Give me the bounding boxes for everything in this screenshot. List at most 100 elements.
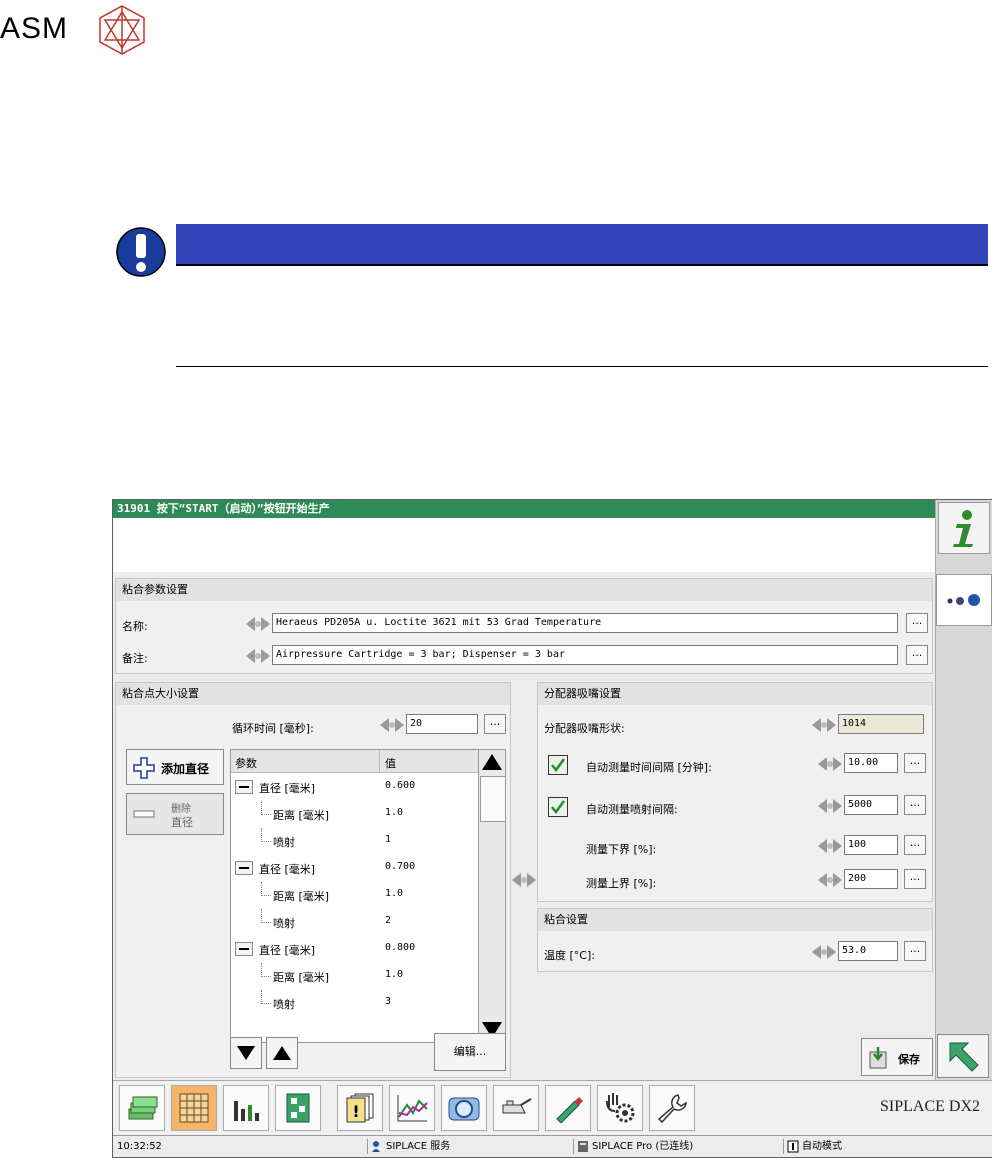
upper-bound-browse-button[interactable]: ... [904, 869, 926, 889]
task-board[interactable] [275, 1085, 321, 1131]
add-diameter-button[interactable]: 添加直径 [126, 749, 224, 785]
save-button[interactable]: 保存 [861, 1038, 933, 1076]
warning-documents-icon: ! [346, 1093, 374, 1123]
money-stack-icon [128, 1096, 158, 1120]
param-value: 2 [385, 915, 392, 926]
auto-interval-label: 自动测量时间间隔 [分钟]: [586, 761, 712, 774]
move-up-button[interactable] [266, 1037, 298, 1069]
mode-icon [787, 1140, 799, 1153]
spin-arrows-icon[interactable] [812, 942, 836, 962]
nozzle-shape-field[interactable]: 1014 [838, 714, 924, 734]
collapse-toggle-icon[interactable] [235, 942, 253, 956]
spin-arrows-icon[interactable] [246, 614, 270, 634]
more-options-tab[interactable] [936, 574, 992, 626]
tree-branch [261, 1003, 271, 1004]
task-oil-can[interactable] [493, 1085, 539, 1131]
param-value: 0.800 [385, 942, 416, 953]
group-title: 分配器吸嘴设置 [538, 683, 932, 705]
name-browse-button[interactable]: ... [906, 613, 928, 633]
arrow-up-icon [273, 1046, 291, 1060]
param-value: 1.0 [385, 888, 404, 899]
temperature-label: 温度 [°C]: [544, 949, 595, 962]
note-browse-button[interactable]: ... [906, 645, 928, 665]
auto-shots-checkbox[interactable] [548, 797, 568, 817]
task-grid-active[interactable] [171, 1085, 217, 1131]
add-diameter-label: 添加直径 [161, 762, 210, 776]
tree-row[interactable]: 距离 [毫米] 1.0 [231, 801, 479, 828]
cycle-time-browse-button[interactable]: ... [484, 714, 506, 734]
lower-bound-label: 测量下界 [%]: [586, 843, 657, 856]
note-label: 备注: [122, 652, 148, 665]
scroll-thumb[interactable] [480, 776, 506, 822]
user-service-icon [372, 1141, 380, 1152]
col-param-header: 参数 [235, 757, 257, 770]
tree-connector [261, 909, 262, 923]
diameter-tree: 参数 值 直径 [毫米] 0.600 距离 [毫米] 1.0 喷射 1 直径 [毫米] 0.7… [230, 749, 480, 1043]
info-button[interactable] [938, 502, 990, 554]
save-icon [869, 1047, 887, 1069]
task-hand-gear[interactable] [597, 1085, 643, 1131]
move-down-button[interactable] [230, 1037, 262, 1069]
edit-button[interactable]: 编辑... [434, 1033, 506, 1071]
task-bar-chart[interactable] [223, 1085, 269, 1131]
upper-bound-label: 测量上界 [%]: [586, 877, 657, 890]
param-name: 直径 [毫米] [259, 863, 316, 876]
spin-arrows-icon[interactable] [818, 870, 842, 890]
exit-button[interactable] [937, 1034, 989, 1078]
oil-can-icon [502, 1098, 532, 1114]
note-field[interactable]: Airpressure Cartridge = 3 bar; Dispenser… [272, 645, 898, 665]
tree-row[interactable]: 喷射 1 [231, 828, 479, 855]
group-title: 粘合点大小设置 [116, 683, 510, 705]
status-service: SIPLACE 服务 [367, 1139, 582, 1154]
auto-interval-field[interactable]: 10.00 [844, 753, 898, 773]
task-money-stack[interactable] [119, 1085, 165, 1131]
spin-arrows-icon[interactable] [818, 796, 842, 816]
auto-interval-checkbox[interactable] [548, 755, 568, 775]
cycle-time-field[interactable]: 20 [406, 714, 478, 734]
message-area [113, 518, 935, 572]
nozzle-shape-label: 分配器吸嘴形状: [544, 722, 625, 735]
auto-shots-field[interactable]: 5000 [844, 795, 898, 815]
task-trend[interactable] [389, 1085, 435, 1131]
task-pen[interactable] [545, 1085, 591, 1131]
auto-shots-browse-button[interactable]: ... [904, 795, 926, 815]
lower-bound-browse-button[interactable]: ... [904, 835, 926, 855]
tree-connector [261, 963, 262, 977]
splitter-handle-icon[interactable] [511, 870, 537, 890]
tree-row[interactable]: 直径 [毫米] 0.700 [231, 855, 479, 882]
tree-row[interactable]: 距离 [毫米] 1.0 [231, 882, 479, 909]
task-wrench[interactable] [649, 1085, 695, 1131]
tree-branch [261, 841, 271, 842]
brand-label: SIPLACE DX2 [879, 1098, 980, 1115]
auto-interval-browse-button[interactable]: ... [904, 753, 926, 773]
spin-arrows-icon[interactable] [818, 754, 842, 774]
tree-row[interactable]: 喷射 3 [231, 990, 479, 1017]
task-warning-docs[interactable]: ! [337, 1085, 383, 1131]
notice-bar [176, 224, 988, 266]
name-field[interactable]: Heraeus PD205A u. Loctite 3621 mit 53 Gr… [272, 613, 898, 633]
spin-arrows-icon[interactable] [818, 836, 842, 856]
status-bar: 10:32:52 SIPLACE 服务 SIPLACE Pro (已连线) 自动… [113, 1135, 992, 1157]
scroll-up-icon[interactable] [481, 752, 503, 772]
param-name: 直径 [毫米] [259, 944, 316, 957]
temperature-field[interactable]: 53.0 [838, 941, 898, 961]
tree-row[interactable]: 直径 [毫米] 0.600 [231, 774, 479, 801]
tree-row[interactable]: 喷射 2 [231, 909, 479, 936]
spin-arrows-icon[interactable] [246, 646, 270, 666]
tree-row[interactable]: 直径 [毫米] 0.800 [231, 936, 479, 963]
spin-arrows-icon[interactable] [812, 715, 836, 735]
tree-row[interactable]: 距离 [毫米] 1.0 [231, 963, 479, 990]
lower-bound-field[interactable]: 100 [844, 835, 898, 855]
svg-text:!: ! [352, 1102, 359, 1121]
collapse-toggle-icon[interactable] [235, 780, 253, 794]
upper-bound-field[interactable]: 200 [844, 869, 898, 889]
temperature-browse-button[interactable]: ... [904, 941, 926, 961]
param-value: 1 [385, 834, 392, 845]
exit-arrow-icon [949, 1042, 979, 1072]
delete-diameter-button[interactable]: 删除 直径 [126, 793, 224, 835]
task-camera[interactable] [441, 1085, 487, 1131]
tree-scrollbar[interactable] [478, 749, 506, 1043]
spin-arrows-icon[interactable] [380, 715, 404, 735]
collapse-toggle-icon[interactable] [235, 861, 253, 875]
pen-icon [556, 1097, 583, 1123]
